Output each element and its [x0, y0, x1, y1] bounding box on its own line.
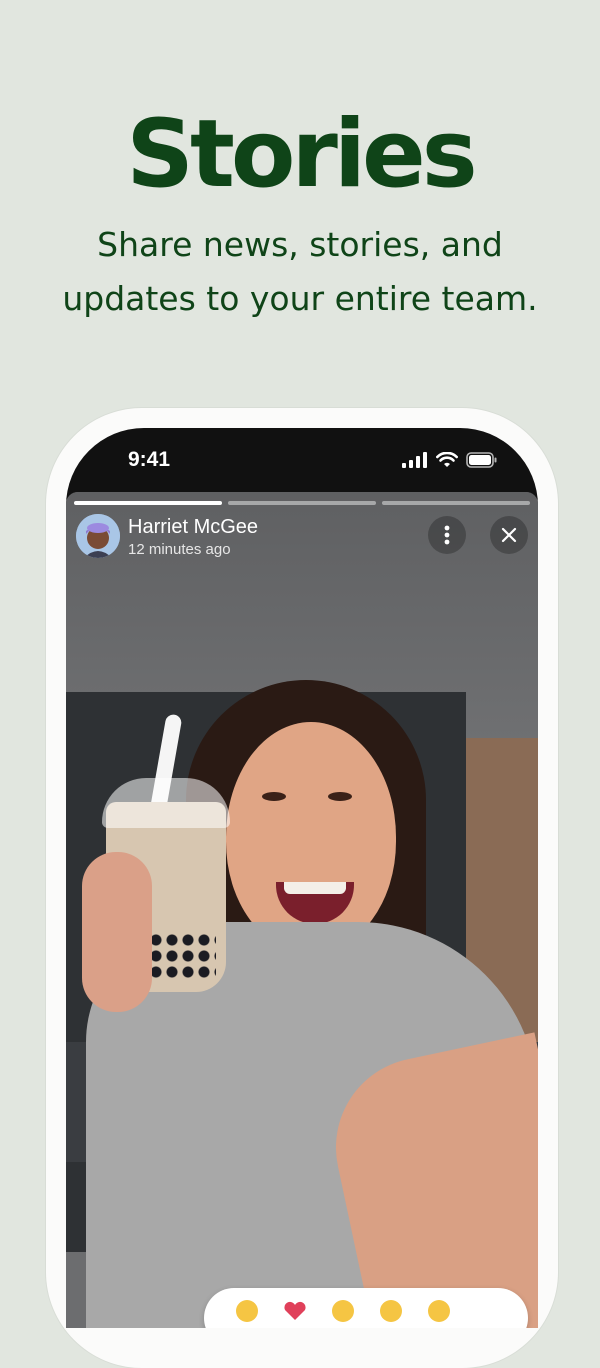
story-photo-hand [82, 852, 152, 1012]
more-vertical-icon [444, 525, 450, 545]
story-photo-eye [328, 792, 352, 801]
wow-reaction-icon[interactable] [378, 1298, 404, 1328]
sad-reaction-icon[interactable] [426, 1298, 452, 1328]
story-progress [74, 501, 530, 505]
phone-screen: 9:41 Harriet McGee 12 minutes ago [66, 428, 538, 1328]
wifi-icon [436, 452, 458, 467]
reaction-bar[interactable] [204, 1288, 528, 1328]
close-icon [501, 527, 517, 543]
story-timestamp: 12 minutes ago [128, 541, 231, 558]
story-header: Harriet McGee 12 minutes ago [76, 514, 528, 562]
story-viewer[interactable]: Harriet McGee 12 minutes ago [66, 492, 538, 1328]
story-progress-segment [382, 501, 530, 505]
story-photo-teeth [284, 882, 346, 894]
story-progress-segment [74, 501, 222, 505]
subheadline: Share news, stories, and updates to your… [62, 225, 538, 318]
story-photo-cup-lid [102, 778, 230, 828]
close-button[interactable] [490, 516, 528, 554]
avatar-illustration [76, 514, 120, 558]
story-photo-eye [262, 792, 286, 801]
battery-icon [466, 452, 497, 468]
more-options-button[interactable] [428, 516, 466, 554]
avatar[interactable] [76, 514, 120, 558]
status-bar: 9:41 [66, 428, 538, 492]
story-author-name[interactable]: Harriet McGee [128, 516, 258, 539]
heart-reaction-icon[interactable] [282, 1298, 308, 1328]
status-time: 9:41 [128, 448, 171, 471]
laugh-reaction-icon[interactable] [330, 1298, 356, 1328]
thumbs-up-reaction-icon[interactable] [234, 1298, 260, 1328]
status-icons [402, 452, 498, 468]
headline: Stories [126, 100, 478, 209]
story-progress-segment [228, 501, 376, 505]
cellular-signal-icon [402, 452, 427, 468]
